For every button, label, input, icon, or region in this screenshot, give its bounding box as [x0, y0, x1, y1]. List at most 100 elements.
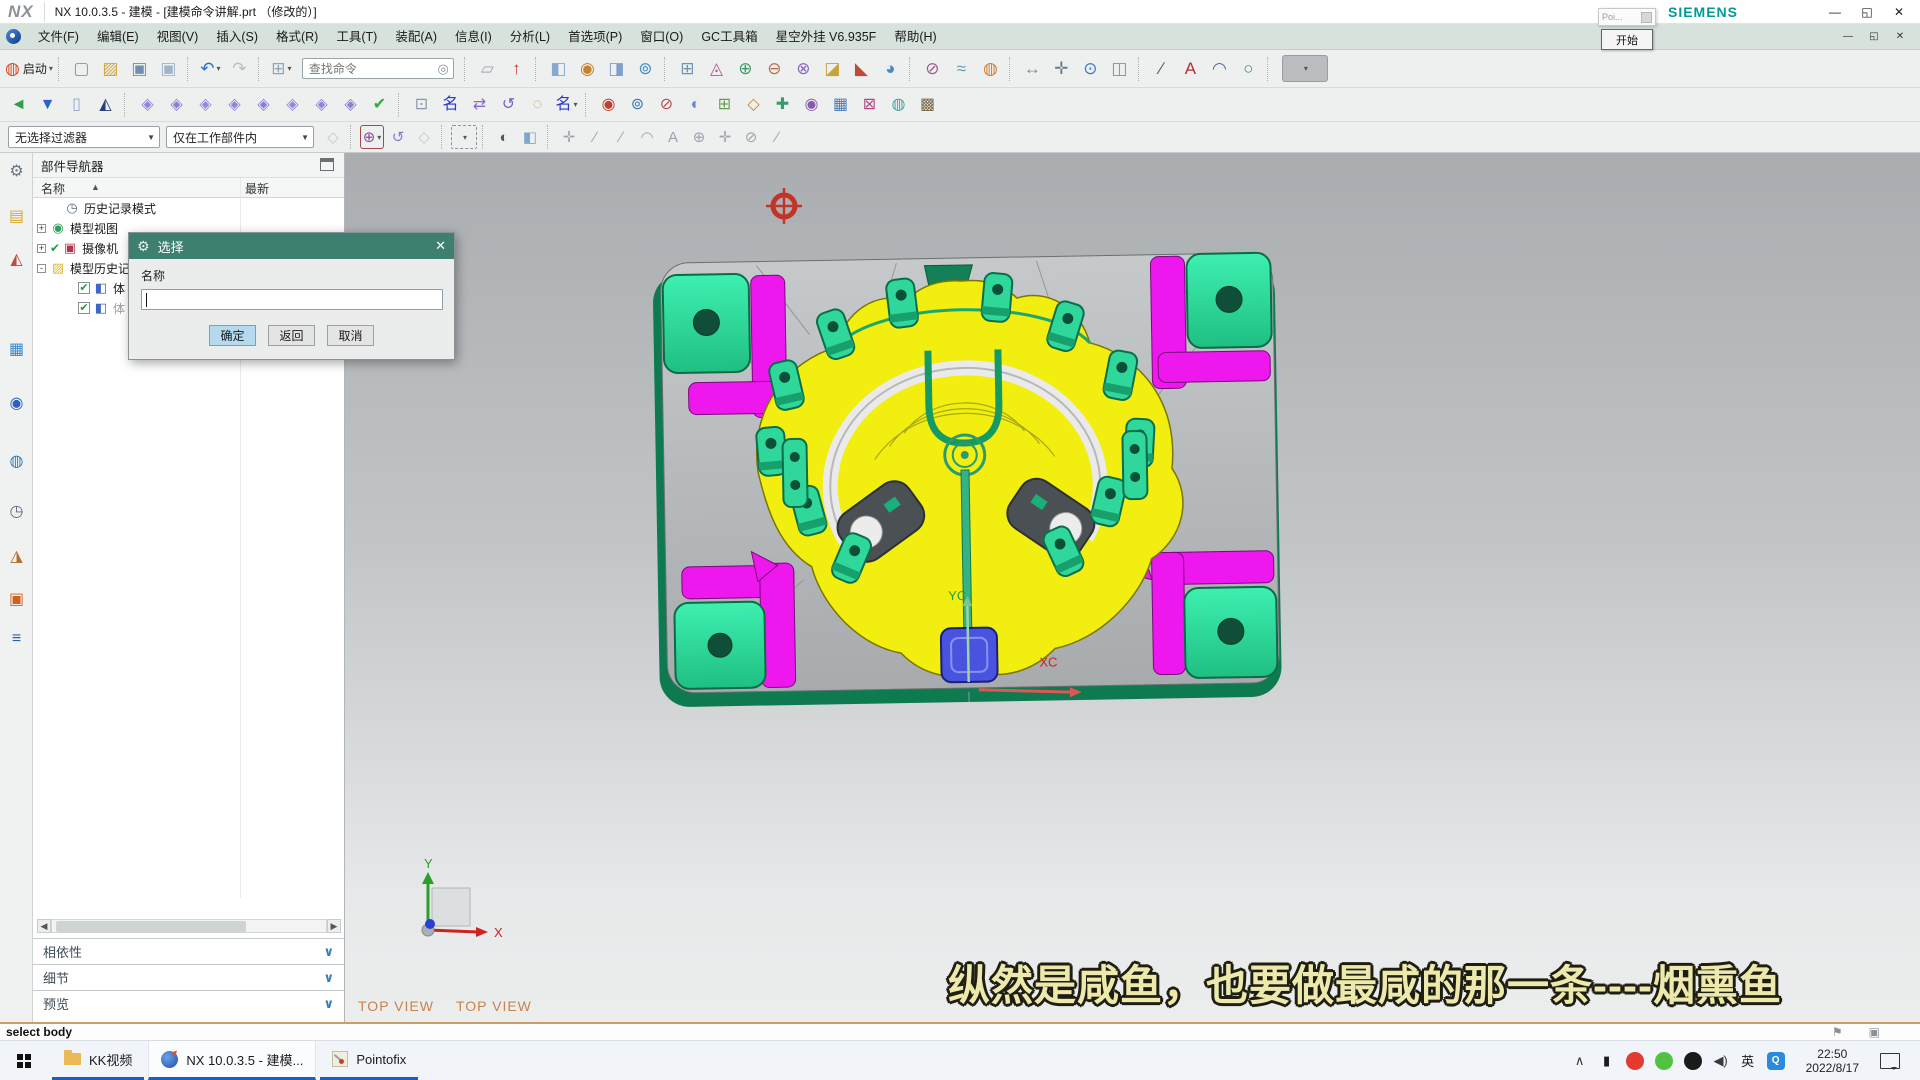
start-app-button[interactable]: ◍启动▾	[5, 55, 53, 82]
ghost-display-button[interactable]: ◌	[524, 91, 551, 118]
alert-circle-button[interactable]: ◉	[595, 91, 622, 118]
back-button[interactable]: 返回	[268, 325, 315, 346]
datum-axis-button[interactable]: ↑	[503, 55, 530, 82]
text-button[interactable]: A	[1177, 55, 1204, 82]
qq-icon[interactable]	[1684, 1052, 1702, 1070]
graphics-viewport[interactable]: YC XC Y	[345, 153, 1920, 1022]
measure-button[interactable]: ↔	[1019, 55, 1046, 82]
pointofix-start-button[interactable]: 开始	[1601, 29, 1653, 50]
action-center-icon[interactable]	[1880, 1053, 1900, 1069]
shaded-sphere-button[interactable]: ◍	[885, 91, 912, 118]
reuse-library-tab[interactable]: ▦	[4, 336, 29, 361]
tree-expander-icon[interactable]: +	[37, 224, 46, 233]
taskbar-item-KK视频[interactable]: KK视频	[52, 1041, 144, 1080]
hd3d-tool-tab[interactable]: ◉	[4, 390, 29, 415]
tree-row[interactable]: ◷历史记录模式	[33, 198, 344, 218]
extrude-button[interactable]: ◧	[545, 55, 572, 82]
machining-wizard-tab[interactable]: ▣	[4, 586, 29, 611]
sew-button[interactable]: ≈	[948, 55, 975, 82]
tree-checkbox[interactable]: ✔	[78, 302, 90, 314]
assembly-navigator-tab[interactable]: ▤	[4, 203, 29, 228]
draft-button[interactable]: ◬	[703, 55, 730, 82]
minimize-button[interactable]: —	[1828, 5, 1842, 19]
cylinder-button[interactable]: ⊚	[632, 55, 659, 82]
blend-button[interactable]: ◕	[877, 55, 904, 82]
menu-文件(F)[interactable]: 文件(F)	[29, 24, 88, 50]
tray-expand-icon[interactable]: ∧	[1572, 1053, 1588, 1069]
dot-ring-button[interactable]: ◉	[798, 91, 825, 118]
window-button[interactable]: ◫	[1106, 55, 1133, 82]
swap-button[interactable]: ⇄	[466, 91, 493, 118]
close-button[interactable]: ✕	[1892, 5, 1906, 19]
menu-装配(A)[interactable]: 装配(A)	[386, 24, 446, 50]
tree-expander-icon[interactable]: -	[37, 264, 46, 273]
snap-existing-point-button[interactable]: ✛	[713, 125, 737, 149]
part-navigator-tab[interactable]: ⚙	[4, 158, 29, 183]
unite-button[interactable]: ⊕	[732, 55, 759, 82]
menu-信息(I)[interactable]: 信息(I)	[446, 24, 501, 50]
snap-endpoint-button[interactable]: ∕	[583, 125, 607, 149]
sync-move-face-button[interactable]: ◈	[134, 91, 161, 118]
search-input[interactable]	[307, 61, 438, 77]
taskbar-clock[interactable]: 22:50 2022/8/17	[1796, 1047, 1869, 1075]
section-相依性[interactable]: 相依性∨	[33, 938, 344, 964]
name-input[interactable]	[141, 289, 443, 310]
qq-pinyin-icon[interactable]: Q	[1767, 1052, 1785, 1070]
snap-point-button[interactable]: ✛	[557, 125, 581, 149]
arc-button[interactable]: ◠	[1206, 55, 1233, 82]
child-close-button[interactable]: ✕	[1894, 31, 1906, 42]
child-minimize-button[interactable]: —	[1842, 31, 1854, 42]
redo-button[interactable]: ↷	[226, 55, 253, 82]
column-name[interactable]: 名称	[41, 180, 65, 197]
pattern-button[interactable]: ⊞	[674, 55, 701, 82]
undo-button[interactable]: ↶▾	[197, 55, 224, 82]
web-browser-tab[interactable]: ◍	[4, 448, 29, 473]
trim-button[interactable]: ⊘	[919, 55, 946, 82]
microphone-icon[interactable]: ▮	[1599, 1053, 1615, 1069]
filter-funnel-button[interactable]: ◄	[5, 91, 32, 118]
wechat-icon[interactable]	[1655, 1052, 1673, 1070]
menu-星空外挂 V6.935F[interactable]: 星空外挂 V6.935F	[767, 24, 886, 50]
flag-icon[interactable]: ⚑	[1832, 1025, 1843, 1039]
menu-工具(T)[interactable]: 工具(T)	[327, 24, 386, 50]
ime-language-icon[interactable]: 英	[1740, 1051, 1756, 1070]
name-display-dropdown[interactable]: 名▾	[553, 91, 580, 118]
cancel-button[interactable]: 取消	[327, 325, 374, 346]
restore-button[interactable]: ◱	[1860, 5, 1874, 19]
sync-pull-face-button[interactable]: ◈	[163, 91, 190, 118]
add-button[interactable]: ✚	[769, 91, 796, 118]
save-button[interactable]: ▣	[126, 55, 153, 82]
import-body-button[interactable]: ▼	[34, 91, 61, 118]
hatch-button[interactable]: ▩	[914, 91, 941, 118]
menu-首选项(P)[interactable]: 首选项(P)	[559, 24, 631, 50]
rectangle-select-dropdown[interactable]: ▾	[451, 125, 477, 149]
wcs-button[interactable]: ⊙	[1077, 55, 1104, 82]
open-button[interactable]: ▨	[97, 55, 124, 82]
taskbar-item-NX 10.0.3.5 - 建模...[interactable]: NX 10.0.3.5 - 建模...	[148, 1041, 316, 1080]
snap-quadrant-button[interactable]: ⊕	[687, 125, 711, 149]
highlight-ball-button[interactable]: ◐	[492, 125, 516, 149]
save-as-button[interactable]: ▣	[155, 55, 182, 82]
taskbar-item-Pointofix[interactable]: Pointofix	[320, 1041, 418, 1080]
ring-button[interactable]: ⊚	[624, 91, 651, 118]
paste-button[interactable]: ⊞▾	[268, 55, 295, 82]
snap-tangent-button[interactable]: ∕	[765, 125, 789, 149]
scroll-right-icon[interactable]: ▶	[327, 919, 341, 933]
dialog-close-icon[interactable]: ✕	[435, 238, 446, 254]
menu-插入(S)[interactable]: 插入(S)	[207, 24, 267, 50]
start-button[interactable]	[0, 1041, 48, 1080]
reverse-selection-button[interactable]: ↺	[386, 125, 410, 149]
shell-button[interactable]: ◪	[819, 55, 846, 82]
grid-plus-button[interactable]: ⊞	[711, 91, 738, 118]
name-label-button[interactable]: 名	[437, 91, 464, 118]
mirror-button[interactable]: ◭	[92, 91, 119, 118]
command-search-box[interactable]: ◎	[302, 58, 454, 79]
chamfer-button[interactable]: ◣	[848, 55, 875, 82]
roles-tab[interactable]: ≡	[4, 626, 29, 651]
table-button[interactable]: ▦	[827, 91, 854, 118]
snap-scope-dropdown[interactable]: ⊕▾	[360, 125, 384, 149]
section-细节[interactable]: 细节∨	[33, 964, 344, 990]
menu-窗口(O)[interactable]: 窗口(O)	[631, 24, 692, 50]
scope-filter-dropdown[interactable]: 仅在工作部件内 ▼	[166, 126, 314, 148]
menu-分析(L)[interactable]: 分析(L)	[501, 24, 559, 50]
